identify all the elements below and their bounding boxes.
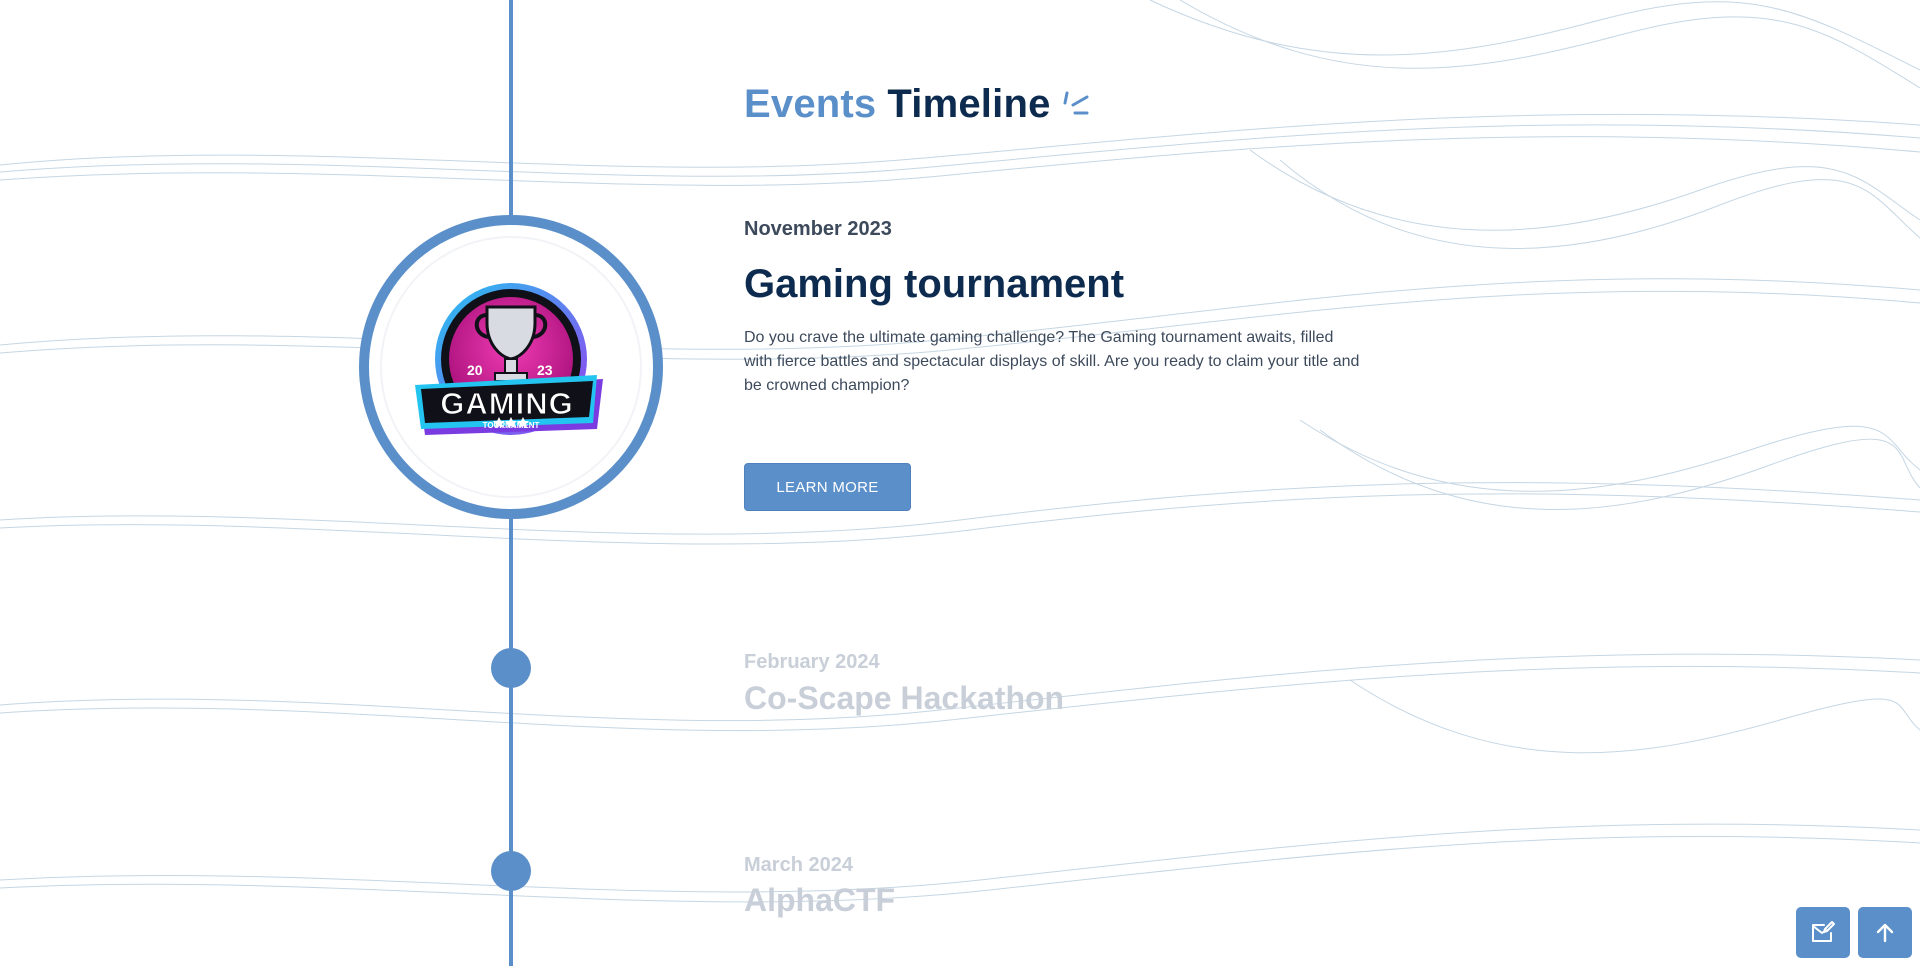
learn-more-button[interactable]: LEARN MORE [744,463,911,511]
mail-edit-icon [1812,920,1835,942]
event-date: February 2024 [744,651,880,673]
section-heading: Events Timeline [744,82,1093,127]
event-title[interactable]: Co-Scape Hackathon [744,680,1064,717]
logo-year-right: 23 [537,362,553,378]
event-date: March 2024 [744,854,853,876]
event-title[interactable]: AlphaCTF [744,882,895,919]
timeline-dot [491,851,531,891]
gaming-tournament-logo: 20 23 GAMING TOURNAMENT [415,283,603,435]
event-logo-circle: 20 23 GAMING TOURNAMENT [359,215,663,519]
heading-rest: Timeline [887,82,1051,126]
logo-year-left: 20 [467,362,483,378]
event-description: Do you crave the ultimate gaming challen… [744,329,1360,394]
scroll-to-top-button[interactable] [1858,907,1912,958]
event-title: Gaming tournament [744,262,1125,306]
timeline-dot [491,648,531,688]
heading-accent: Events [744,82,877,126]
logo-word: GAMING [440,386,573,421]
spark-decoration-icon [1063,91,1089,114]
background-waves [0,0,1920,903]
event-date: November 2023 [744,218,892,240]
arrow-up-icon [1876,923,1894,942]
contact-button[interactable] [1796,907,1850,958]
